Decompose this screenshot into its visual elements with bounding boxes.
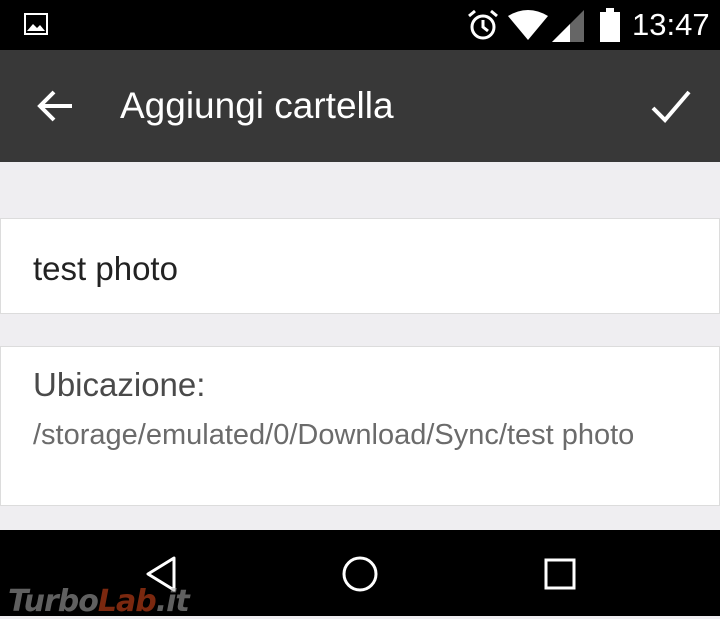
folder-name-input[interactable] (33, 249, 673, 289)
location-label: Ubicazione: (33, 366, 206, 403)
arrow-left-icon[interactable] (36, 86, 76, 126)
page-title: Aggiungi cartella (120, 85, 394, 126)
watermark-part-3: .it (155, 584, 190, 619)
recents-square-icon[interactable] (538, 552, 582, 596)
gallery-icon (24, 13, 48, 35)
status-bar: 13:47 (0, 0, 720, 50)
status-time: 13:47 (632, 7, 710, 42)
watermark-part-2: Lab (97, 584, 157, 619)
check-icon[interactable] (650, 86, 692, 126)
watermark-logo: TurboLab.it (8, 584, 190, 619)
location-path: /storage/emulated/0/Download/Sync/test p… (33, 419, 635, 451)
battery-icon (600, 8, 620, 42)
signal-icon (552, 10, 584, 42)
location-card[interactable]: Ubicazione: /storage/emulated/0/Download… (0, 346, 720, 506)
alarm-icon (468, 9, 498, 40)
folder-name-card (0, 218, 720, 314)
home-circle-icon[interactable] (338, 552, 382, 596)
watermark-part-1: Turbo (8, 584, 99, 619)
wifi-icon (508, 10, 548, 40)
app-bar: Aggiungi cartella (0, 50, 720, 162)
